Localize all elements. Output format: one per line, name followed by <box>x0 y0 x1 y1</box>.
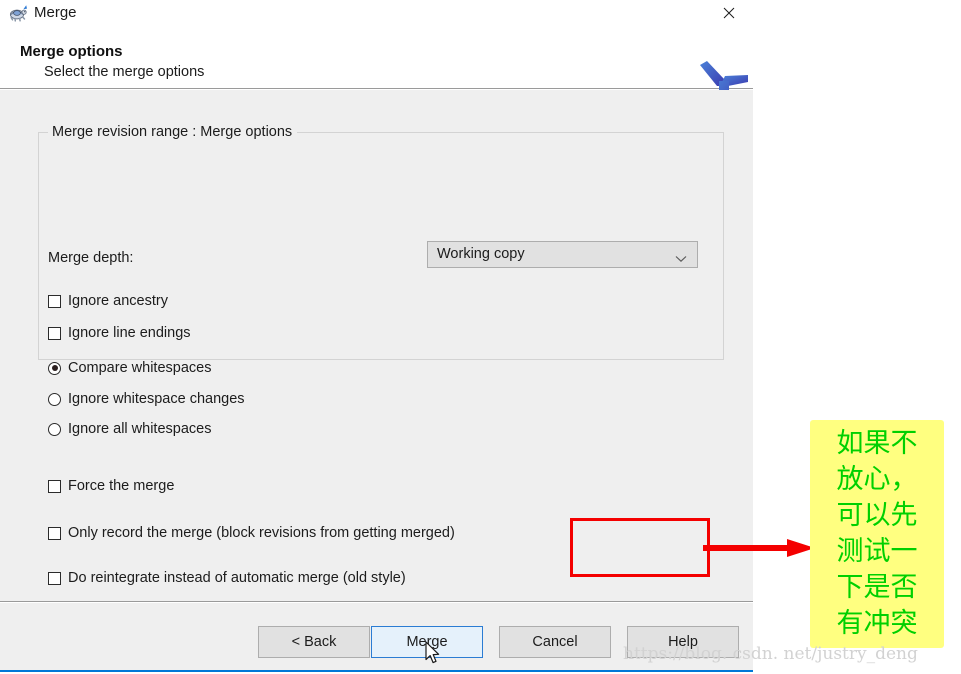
header-banner: Merge options Select the merge options <box>0 30 753 114</box>
merge-depth-label: Merge depth: <box>48 250 134 266</box>
close-icon <box>723 7 735 19</box>
checkbox-label: Ignore ancestry <box>68 293 168 309</box>
checkbox-box-icon <box>48 326 61 340</box>
note-line: 如果不 <box>836 428 918 459</box>
merge-button[interactable]: Merge <box>371 626 483 658</box>
help-button[interactable]: Help <box>627 626 739 658</box>
note-line: 测试一 <box>836 536 918 567</box>
radio-compare-whitespaces[interactable]: Compare whitespaces <box>48 358 211 378</box>
note-line: 可以先 <box>836 500 918 531</box>
title-bar: Merge <box>0 0 753 30</box>
cancel-button[interactable]: Cancel <box>499 626 611 658</box>
checkbox-box-icon <box>48 294 61 308</box>
close-button[interactable] <box>705 0 753 26</box>
checkbox-do-reintegrate[interactable]: Do reintegrate instead of automatic merg… <box>48 568 406 588</box>
radio-dot-icon <box>48 392 61 406</box>
checkbox-label: Do reintegrate instead of automatic merg… <box>68 570 406 586</box>
checkbox-ignore-ancestry[interactable]: Ignore ancestry <box>48 291 168 311</box>
checkbox-label: Force the merge <box>68 478 175 494</box>
merge-dialog: Merge Merge options Select the merge opt… <box>0 0 753 672</box>
note-line: 下是否 <box>836 572 918 603</box>
checkbox-box-icon <box>48 479 61 493</box>
radio-dot-icon <box>48 361 61 375</box>
checkbox-label: Ignore line endings <box>68 325 191 341</box>
radio-ignore-all-whitespaces[interactable]: Ignore all whitespaces <box>48 419 211 439</box>
page-title: Merge options <box>20 43 123 60</box>
chevron-down-icon <box>675 250 687 263</box>
checkbox-box-icon <box>48 526 61 540</box>
radio-label: Ignore whitespace changes <box>68 391 245 407</box>
back-button[interactable]: < Back <box>258 626 370 658</box>
checkbox-ignore-line-endings[interactable]: Ignore line endings <box>48 323 191 343</box>
merge-depth-value: Working copy <box>437 246 525 262</box>
tortoise-icon <box>8 3 28 23</box>
radio-label: Compare whitespaces <box>68 360 212 376</box>
checkbox-only-record-the-merge[interactable]: Only record the merge (block revisions f… <box>48 523 455 543</box>
note-line: 有冲突 <box>836 608 918 639</box>
groupbox-legend: Merge revision range : Merge options <box>48 124 298 140</box>
sticky-note-annotation: 如果不 放心， 可以先 测试一 下是否 有冲突 <box>810 420 944 648</box>
checkbox-force-the-merge[interactable]: Force the merge <box>48 476 174 496</box>
radio-label: Ignore all whitespaces <box>68 421 212 437</box>
dialog-footer: < Back Merge Cancel Help <box>0 603 753 670</box>
note-line: 放心， <box>836 464 918 495</box>
radio-ignore-whitespace-changes[interactable]: Ignore whitespace changes <box>48 389 245 409</box>
radio-dot-icon <box>48 422 61 436</box>
window-title: Merge <box>34 4 77 21</box>
page-subtitle: Select the merge options <box>44 64 205 80</box>
merge-depth-select[interactable]: Working copy <box>427 241 698 268</box>
checkbox-label: Only record the merge (block revisions f… <box>68 525 455 541</box>
dialog-body: Merge revision range : Merge options Mer… <box>0 90 753 655</box>
checkbox-box-icon <box>48 571 61 585</box>
